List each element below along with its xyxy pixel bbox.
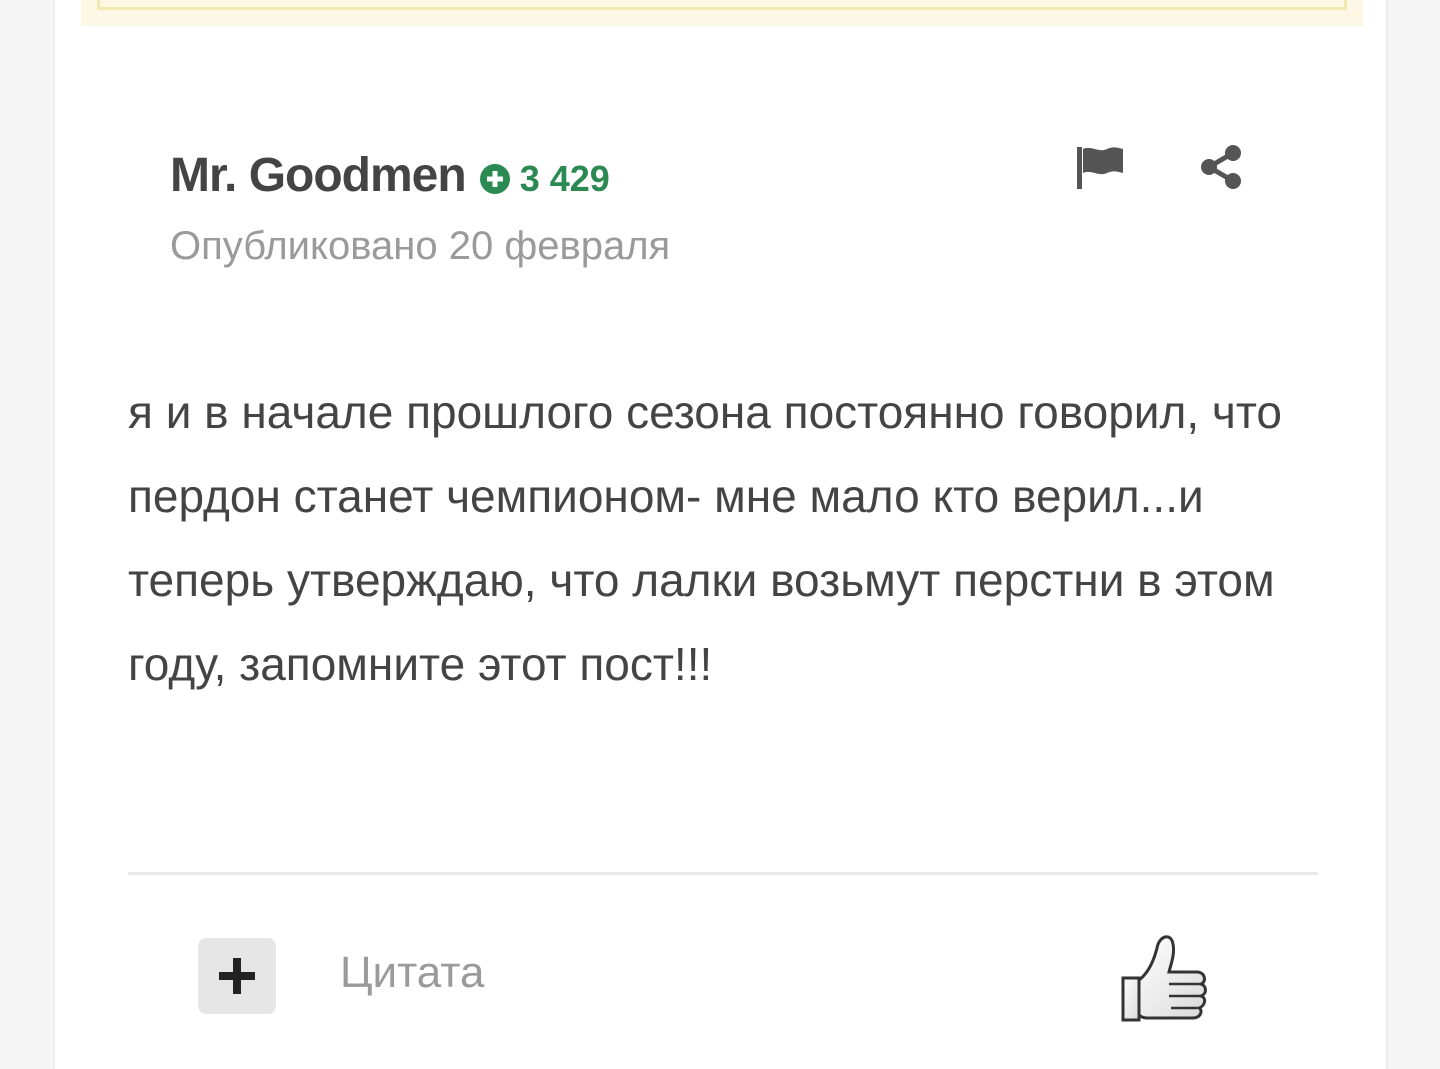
author-rating-value: 3 429 bbox=[519, 157, 610, 199]
previous-comment-border bbox=[97, 0, 1347, 10]
author-rating: 3 429 bbox=[479, 157, 610, 200]
comment-card: Mr. Goodmen 3 429 Опубликовано 20 феврал… bbox=[53, 0, 1388, 1069]
comment-author: Mr. Goodmen 3 429 bbox=[170, 148, 610, 203]
quote-button[interactable]: Цитата bbox=[340, 948, 484, 998]
divider bbox=[128, 872, 1318, 875]
add-plus-button[interactable] bbox=[198, 938, 276, 1014]
comment-text: я и в начале прошлого сезона постоянно г… bbox=[128, 386, 1282, 690]
previous-comment-edge bbox=[81, 0, 1363, 26]
author-name[interactable]: Mr. Goodmen bbox=[170, 148, 467, 203]
published-date: Опубликовано 20 февраля bbox=[170, 224, 671, 268]
share-icon[interactable] bbox=[1197, 143, 1245, 191]
plus-circle-icon bbox=[479, 163, 510, 194]
thumbs-up-icon[interactable] bbox=[1117, 928, 1213, 1024]
flag-icon[interactable] bbox=[1075, 145, 1125, 191]
